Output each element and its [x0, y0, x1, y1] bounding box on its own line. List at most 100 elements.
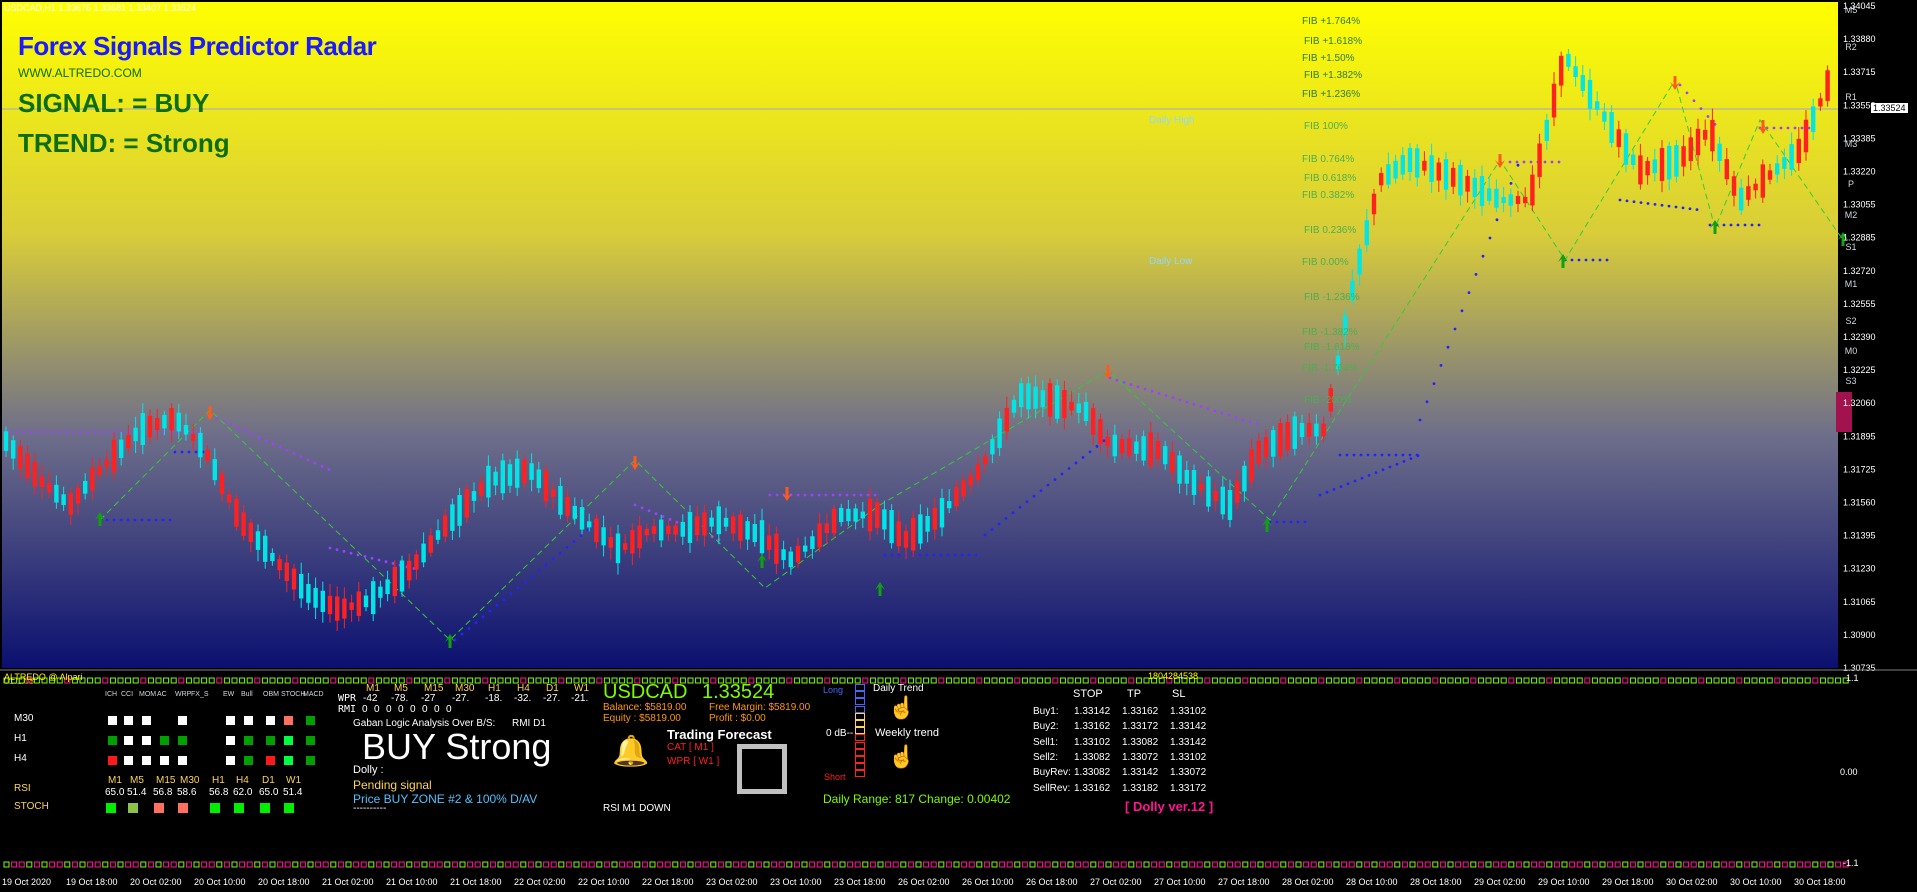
- support-dot: [1081, 456, 1085, 459]
- grid-row-label: H4: [14, 753, 27, 764]
- bottom-status-strip: [216, 861, 223, 868]
- time-axis: 19 Oct 2020 19 Oct 18:00 20 Oct 02:00 20 Oc…: [2, 877, 1846, 887]
- top-status-strip: [945, 677, 952, 684]
- panel-id-label: 1804284538: [1148, 671, 1199, 681]
- top-status-strip: [1751, 677, 1758, 684]
- support-dot: [1618, 198, 1622, 202]
- candle-body: [882, 509, 887, 530]
- support-dot: [1395, 462, 1399, 466]
- stop-row-value: 1.33072: [1122, 751, 1159, 763]
- bottom-status-strip: [117, 861, 124, 868]
- resistance-dot: [8, 430, 12, 434]
- candle-body: [327, 595, 333, 615]
- top-status-strip: [816, 677, 823, 684]
- candle-body: [1515, 196, 1521, 204]
- support-dot: [551, 557, 555, 561]
- resistance-dot: [1164, 394, 1168, 397]
- bottom-status-strip: [999, 861, 1006, 868]
- stoch-cell: [210, 803, 220, 813]
- time-tick-label: 21 Oct 18:00: [450, 877, 502, 887]
- top-status-strip: [839, 677, 846, 684]
- bottom-status-strip: [1728, 861, 1735, 868]
- strength-cell: [855, 727, 865, 735]
- bell-icon[interactable]: 🔔: [612, 734, 649, 769]
- time-tick-label: 26 Oct 18:00: [1026, 877, 1078, 887]
- support-dot: [1674, 205, 1678, 209]
- stop-row-label: BuyRev:: [1033, 767, 1071, 779]
- top-status-strip: [1561, 677, 1568, 684]
- top-status-strip: [1629, 677, 1636, 684]
- candle-body: [911, 517, 916, 551]
- top-status-strip: [1325, 677, 1332, 684]
- bottom-status-strip: [991, 861, 998, 868]
- top-status-strip: [1272, 677, 1279, 684]
- bottom-status-strip: [56, 861, 63, 868]
- stop-row-value: 1.33172: [1170, 782, 1207, 794]
- top-status-strip: [1417, 677, 1424, 684]
- price-tick-label: 1.32555: [1843, 299, 1876, 309]
- bottom-status-strip: [1006, 861, 1013, 868]
- candle-body: [1235, 480, 1240, 503]
- bottom-status-strip: [1515, 861, 1522, 868]
- signal-cell: [244, 716, 253, 725]
- top-status-strip: [1280, 677, 1287, 684]
- stop-row-value: 1.33082: [1074, 751, 1111, 763]
- candle-body: [421, 543, 426, 563]
- resistance-dot: [384, 560, 388, 564]
- top-status-strip: [231, 677, 238, 684]
- support-dot: [990, 528, 994, 531]
- fib-level-label: FIB +1.764%: [1302, 16, 1360, 27]
- indicator-top-label: 1.1: [1846, 673, 1859, 683]
- candle-body: [1645, 160, 1650, 176]
- website-link[interactable]: WWW.ALTREDO.COM: [18, 66, 142, 80]
- candle-body: [1803, 119, 1809, 153]
- candle-body: [1055, 385, 1060, 419]
- bottom-status-strip: [839, 861, 846, 868]
- rsi-value: 56.8: [209, 787, 229, 798]
- bottom-status-strip: [1135, 861, 1142, 868]
- signal-cell: [124, 716, 133, 725]
- support-dot: [1088, 450, 1092, 454]
- bottom-status-strip: [915, 861, 922, 868]
- top-status-strip: [1683, 677, 1690, 684]
- candle-body: [1436, 162, 1441, 181]
- candle-body: [1141, 436, 1146, 461]
- short-label: Short: [824, 772, 846, 782]
- candle-body: [1170, 452, 1175, 473]
- candle-body: [1595, 101, 1600, 110]
- support-dot: [1408, 453, 1412, 457]
- top-status-strip: [1067, 677, 1074, 684]
- support-dot: [1646, 202, 1650, 205]
- top-status-strip: [687, 677, 694, 684]
- support-dot: [509, 592, 513, 596]
- bottom-status-strip: [687, 861, 694, 868]
- stop-row-label: Sell1:: [1033, 736, 1059, 748]
- candle-body: [515, 458, 520, 488]
- support-dot: [481, 615, 485, 619]
- bottom-status-strip: [1561, 861, 1568, 868]
- bottom-status-strip: [1493, 861, 1500, 868]
- top-status-strip: [1348, 677, 1355, 684]
- bottom-status-strip: [41, 861, 48, 868]
- candle-body: [1501, 196, 1506, 204]
- top-status-strip: [185, 677, 192, 684]
- candle-body: [745, 521, 750, 540]
- bottom-status-strip: [132, 861, 139, 868]
- candle-body: [270, 552, 275, 562]
- support-dot: [1352, 453, 1356, 457]
- bottom-status-strip: [793, 861, 800, 868]
- time-tick-label: 21 Oct 02:00: [322, 877, 374, 887]
- candle-body: [313, 587, 318, 608]
- price-tick-label: 1.31395: [1843, 531, 1876, 541]
- bottom-status-strip: [1082, 861, 1089, 868]
- resistance-dot: [1255, 422, 1259, 426]
- bottom-status-strip: [201, 861, 208, 868]
- candle-body: [918, 514, 923, 544]
- bottom-status-strip: [429, 861, 436, 868]
- time-tick-label: 28 Oct 02:00: [1282, 877, 1334, 887]
- strength-cell: [855, 770, 865, 778]
- top-status-strip: [1356, 677, 1363, 684]
- stoch-cell: [128, 803, 138, 813]
- candle-body: [1364, 220, 1369, 246]
- candle-body: [536, 469, 541, 489]
